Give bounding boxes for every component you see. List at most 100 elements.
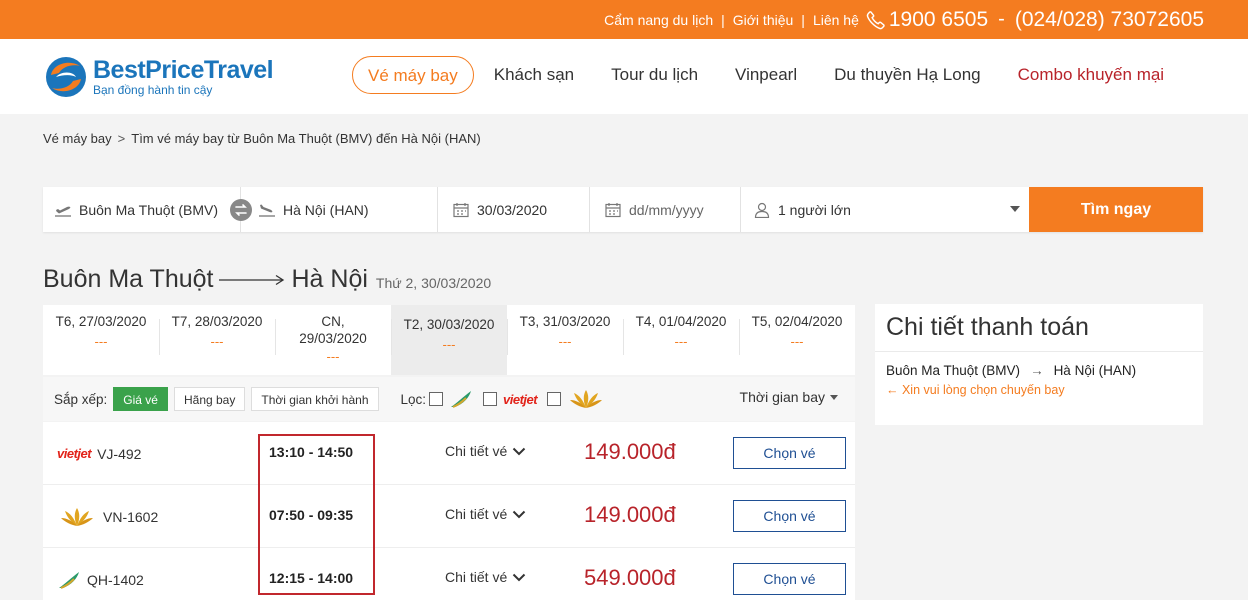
arrow-right-icon: →	[1030, 363, 1044, 378]
choose-ticket-button[interactable]: Chọn vé	[733, 437, 846, 469]
site-logo[interactable]: BestPriceTravel Bạn đồng hành tin cậy	[43, 55, 274, 99]
flight-time: 12:15 - 14:00	[269, 570, 354, 586]
caret-down-icon	[830, 394, 838, 400]
breadcrumb-current: Tìm vé máy bay từ Buôn Ma Thuột (BMV) đế…	[131, 131, 481, 146]
return-date-placeholder: dd/mm/yyyy	[629, 201, 704, 218]
date-tab-price: ---	[790, 334, 804, 349]
hotline-number: 1900 6505	[888, 7, 989, 31]
hotline-separator: -	[998, 8, 1005, 30]
ticket-detail-toggle[interactable]: Chi tiết vé	[445, 569, 526, 585]
date-tab-label: CN,	[321, 314, 345, 329]
nav-flights[interactable]: Vé máy bay	[352, 56, 474, 94]
date-tab[interactable]: CN, 29/03/2020 ---	[275, 305, 391, 375]
nav-combo[interactable]: Combo khuyến mại	[1018, 56, 1164, 94]
arrow-right-icon	[219, 274, 285, 286]
swap-icon	[235, 204, 247, 216]
sort-flight-time-dropdown[interactable]: Thời gian bay	[740, 389, 838, 405]
filter-vietnam-airlines-checkbox[interactable]	[547, 392, 562, 406]
destination-field[interactable]: Hà Nội (HAN)	[241, 187, 438, 232]
flight-code: VJ-492	[97, 445, 142, 462]
date-tab-price: ---	[674, 334, 688, 349]
flight-row: QH-1402 12:15 - 14:00 Chi tiết vé 549.00…	[43, 548, 855, 600]
passenger-select[interactable]: 1 người lớn	[741, 187, 1029, 232]
date-tab-price: ---	[94, 334, 108, 349]
hotline[interactable]: 1900 6505 - (024/028) 73072605	[865, 8, 1204, 32]
vietjet-logo-text: vietjet	[503, 391, 538, 407]
flight-list: vietjet VJ-492 13:10 - 14:50 Chi tiết vé…	[43, 422, 855, 600]
sort-departure-button[interactable]: Thời gian khởi hành	[251, 387, 379, 411]
sort-price-button[interactable]: Giá vé	[113, 387, 168, 411]
date-tab-active[interactable]: T2, 30/03/2020 ---	[391, 305, 507, 375]
calendar-icon	[605, 202, 621, 217]
date-tab[interactable]: T7, 28/03/2020 ---	[159, 305, 275, 375]
breadcrumb-home[interactable]: Vé máy bay	[43, 131, 112, 146]
ticket-detail-toggle[interactable]: Chi tiết vé	[445, 506, 526, 522]
flight-time: 13:10 - 14:50	[269, 444, 354, 460]
vietjet-logo-icon: vietjet	[57, 446, 92, 461]
chevron-down-icon	[513, 447, 526, 455]
nav-vinpearl[interactable]: Vinpearl	[735, 56, 797, 94]
return-date-field[interactable]: dd/mm/yyyy	[590, 187, 741, 232]
route-title: Buôn Ma Thuột Hà Nội Thứ 2, 30/03/2020	[43, 264, 491, 294]
filter-vietjet-checkbox[interactable]	[483, 392, 498, 406]
sort-filter-bar: Sắp xếp: Giá vé Hãng bay Thời gian khởi …	[43, 377, 855, 421]
breadcrumb: Vé máy bay > Tìm vé máy bay từ Buôn Ma T…	[43, 131, 481, 146]
payment-destination: Hà Nội (HAN)	[1053, 363, 1137, 378]
date-tab[interactable]: T6, 27/03/2020 ---	[43, 305, 159, 375]
search-button[interactable]: Tìm ngay	[1029, 187, 1203, 232]
date-tab-price: ---	[210, 334, 224, 349]
date-tab-label: T6, 27/03/2020	[55, 314, 147, 329]
breadcrumb-chevron: >	[117, 131, 126, 146]
sort-label: Sắp xếp:	[54, 391, 108, 407]
takeoff-icon	[55, 206, 71, 217]
date-tab[interactable]: T4, 01/04/2020 ---	[623, 305, 739, 375]
ticket-detail-toggle[interactable]: Chi tiết vé	[445, 443, 526, 459]
nav-hotels[interactable]: Khách sạn	[494, 56, 574, 94]
route-origin: Buôn Ma Thuột	[43, 265, 214, 293]
contact-link[interactable]: Liên hệ	[813, 12, 859, 28]
ticket-detail-label: Chi tiết vé	[445, 569, 508, 585]
flight-code: QH-1402	[87, 571, 144, 588]
chevron-down-icon	[513, 510, 526, 518]
route-date: Thứ 2, 30/03/2020	[375, 275, 492, 291]
landing-icon	[259, 204, 275, 217]
origin-value: Buôn Ma Thuột (BMV)	[79, 201, 219, 218]
choose-ticket-button[interactable]: Chọn vé	[733, 563, 846, 595]
date-tab-label: T5, 02/04/2020	[751, 314, 843, 329]
dropdown-caret-icon	[1010, 206, 1020, 212]
nav-tours[interactable]: Tour du lịch	[611, 56, 698, 94]
date-tabs: T6, 27/03/2020 --- T7, 28/03/2020 --- CN…	[43, 305, 855, 375]
passenger-value: 1 người lớn	[778, 201, 851, 218]
site-header: BestPriceTravel Bạn đồng hành tin cậy Vé…	[0, 39, 1248, 114]
hotline-number-2: (024/028) 73072605	[1014, 7, 1204, 31]
swap-route-button[interactable]	[230, 199, 252, 221]
nav-cruises[interactable]: Du thuyền Hạ Long	[834, 56, 981, 94]
date-tab[interactable]: T5, 02/04/2020 ---	[739, 305, 855, 375]
date-tab-label: T7, 28/03/2020	[171, 314, 263, 329]
origin-field[interactable]: Buôn Ma Thuột (BMV)	[43, 187, 241, 232]
separator: |	[801, 11, 805, 28]
bamboo-airways-logo-icon	[449, 389, 473, 409]
flight-airline: VN-1602	[57, 485, 158, 548]
date-tab-price: ---	[442, 337, 456, 352]
vietnam-airlines-logo-icon	[567, 386, 605, 412]
top-bar: Cẩm nang du lịch | Giới thiệu | Liên hệ …	[0, 0, 1248, 39]
ticket-detail-label: Chi tiết vé	[445, 506, 508, 522]
depart-date-field[interactable]: 30/03/2020	[438, 187, 590, 232]
guide-link[interactable]: Cẩm nang du lịch	[604, 12, 713, 28]
choose-ticket-button[interactable]: Chọn vé	[733, 500, 846, 532]
logo-tagline: Bạn đồng hành tin cậy	[93, 83, 213, 97]
date-tab[interactable]: T3, 31/03/2020 ---	[507, 305, 623, 375]
date-tab-label: T4, 01/04/2020	[635, 314, 727, 329]
flight-price: 149.000đ	[584, 502, 676, 527]
flight-code: VN-1602	[103, 508, 159, 525]
top-links: Cẩm nang du lịch | Giới thiệu | Liên hệ …	[604, 0, 1204, 39]
logo-name: BestPriceTravel	[93, 56, 274, 84]
date-tab-label: T3, 31/03/2020	[519, 314, 611, 329]
vietnam-airlines-logo-icon	[57, 504, 97, 530]
about-link[interactable]: Giới thiệu	[733, 12, 794, 28]
sort-airline-button[interactable]: Hãng bay	[173, 387, 246, 411]
flight-time: 07:50 - 09:35	[269, 507, 354, 523]
date-tab-price: ---	[558, 334, 572, 349]
filter-bamboo-checkbox[interactable]	[429, 392, 444, 406]
